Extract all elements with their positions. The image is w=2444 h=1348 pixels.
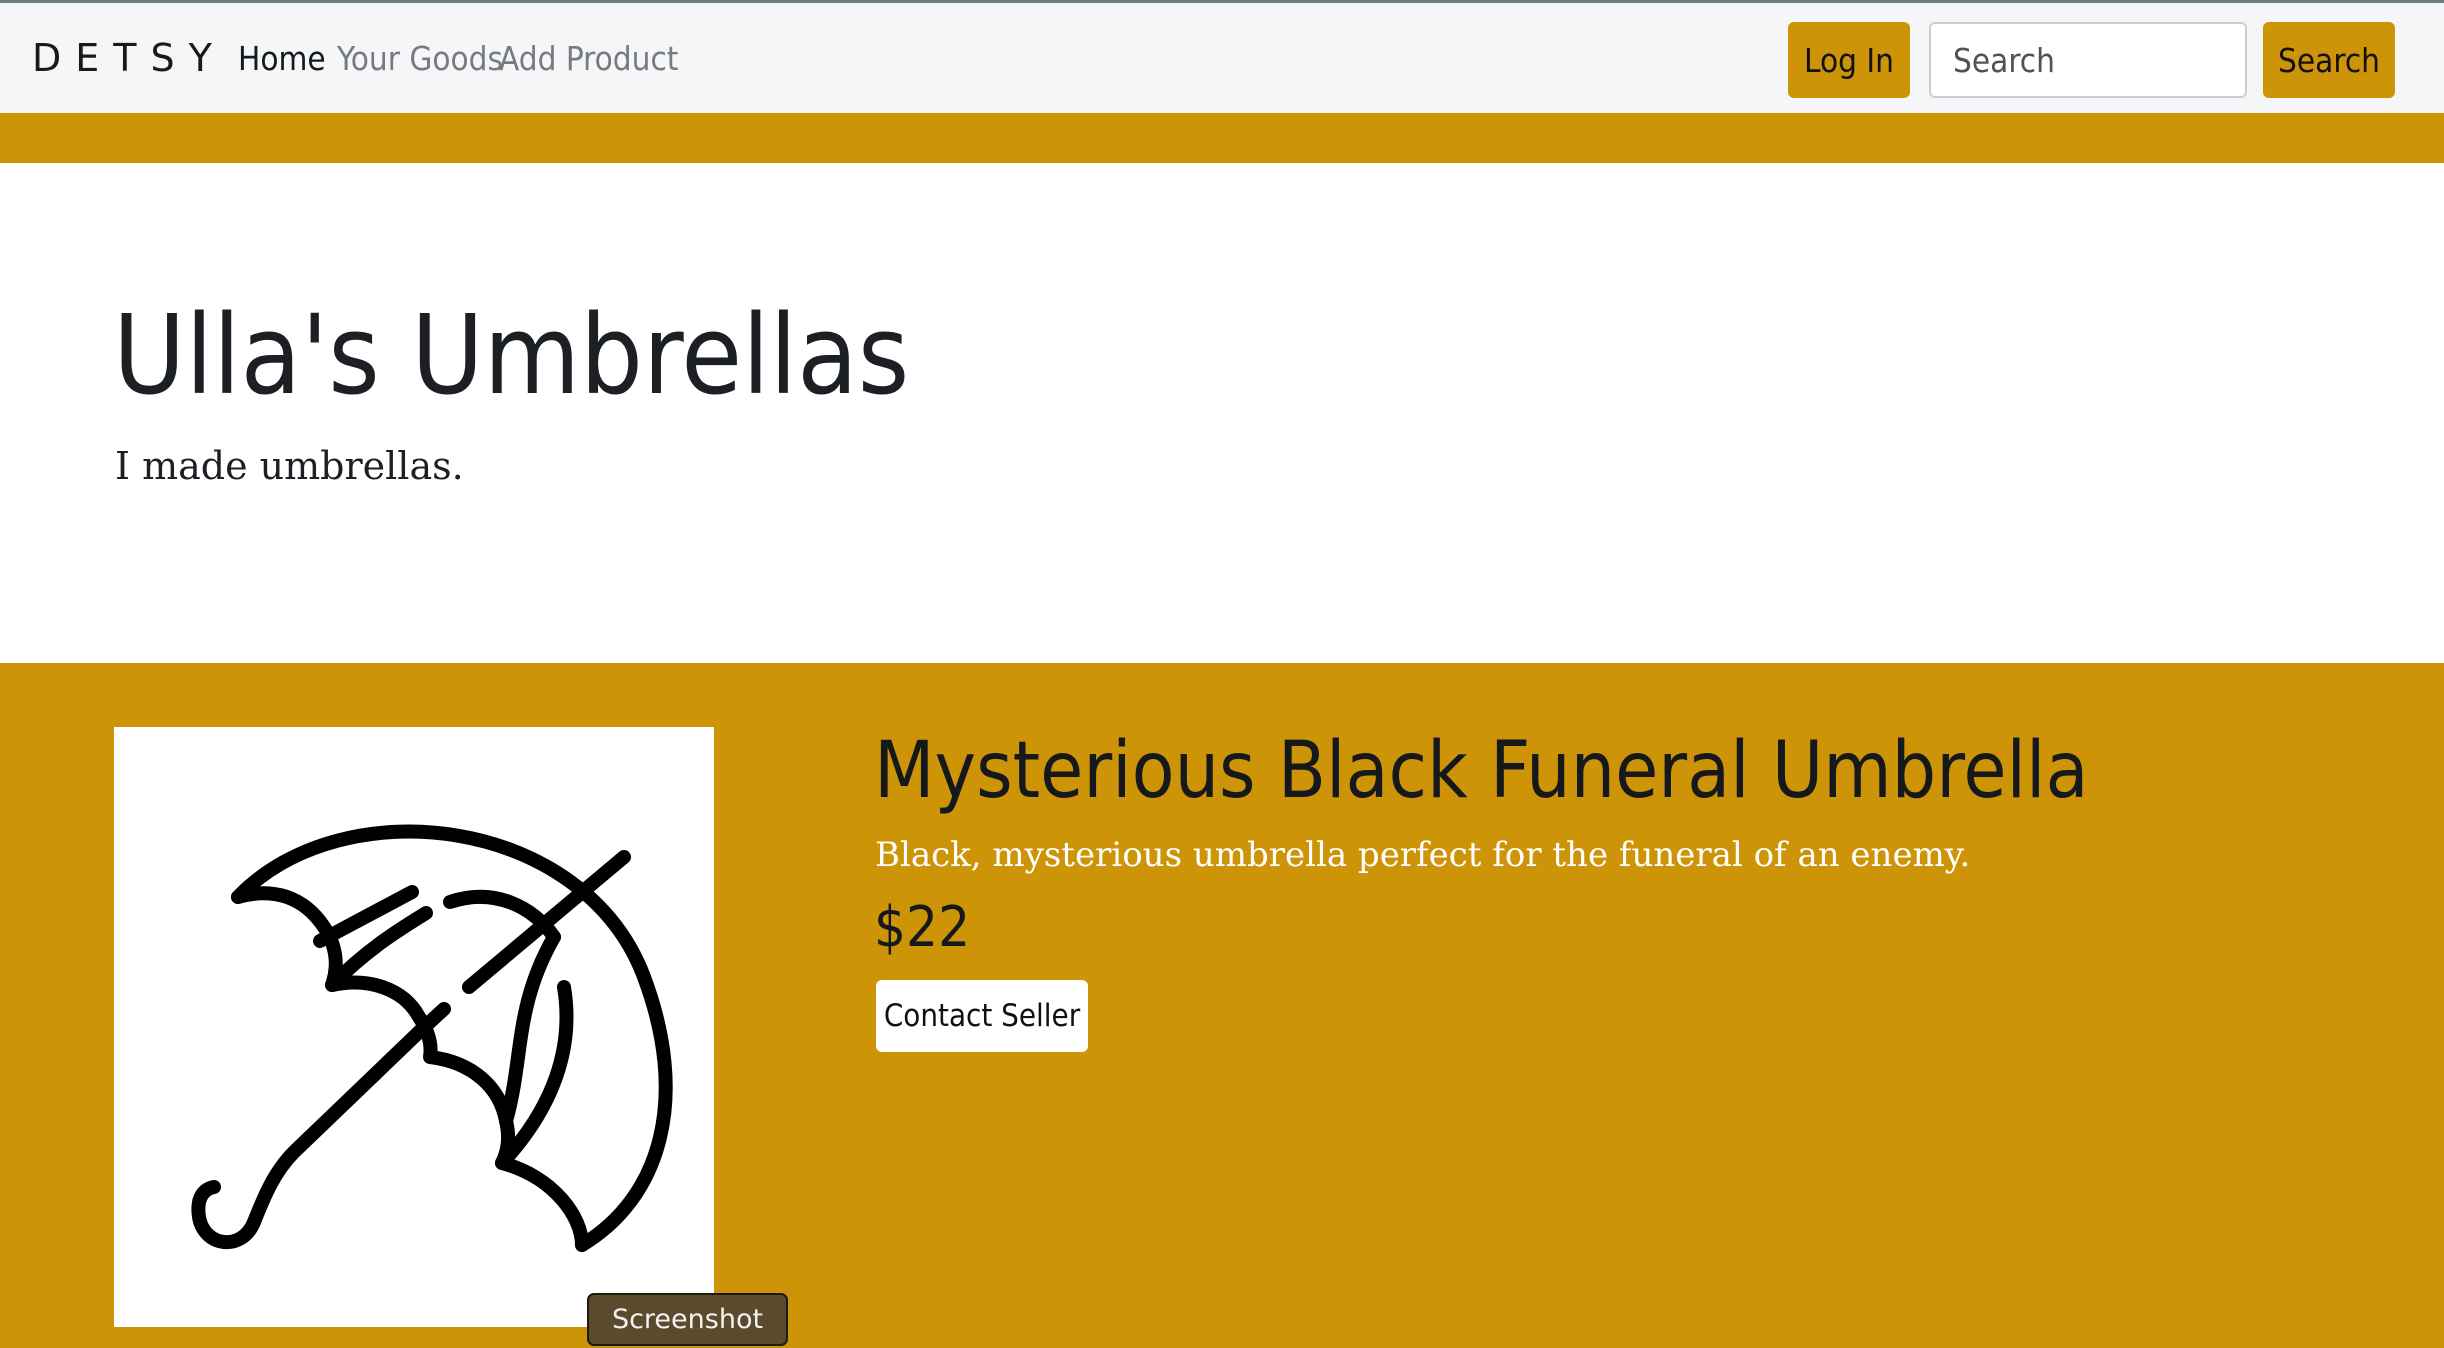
search-input[interactable] bbox=[1929, 22, 2247, 98]
screenshot-tooltip: Screenshot bbox=[587, 1293, 788, 1346]
search-button[interactable]: Search bbox=[2263, 22, 2395, 98]
accent-strip bbox=[0, 113, 2444, 163]
login-button[interactable]: Log In bbox=[1788, 22, 1910, 98]
product-name: Mysterious Black Funeral Umbrella bbox=[874, 726, 2089, 816]
contact-seller-button[interactable]: Contact Seller bbox=[876, 980, 1088, 1052]
product-description: Black, mysterious umbrella perfect for t… bbox=[875, 835, 1971, 875]
product-image bbox=[114, 727, 714, 1327]
product-price: $22 bbox=[874, 895, 971, 960]
nav-link-home[interactable]: Home bbox=[238, 39, 326, 78]
product-card: Mysterious Black Funeral Umbrella Black,… bbox=[0, 663, 2444, 1348]
page-title: Ulla's Umbrellas bbox=[113, 291, 910, 419]
page-subtitle: I made umbrellas. bbox=[115, 444, 464, 488]
brand-logo[interactable]: DETSY bbox=[32, 36, 226, 80]
navbar: DETSY Home Your Goods Add Product Log In… bbox=[0, 0, 2444, 113]
umbrella-icon bbox=[191, 824, 673, 1252]
nav-link-your-goods[interactable]: Your Goods bbox=[337, 39, 503, 78]
nav-link-add-product[interactable]: Add Product bbox=[499, 39, 678, 78]
